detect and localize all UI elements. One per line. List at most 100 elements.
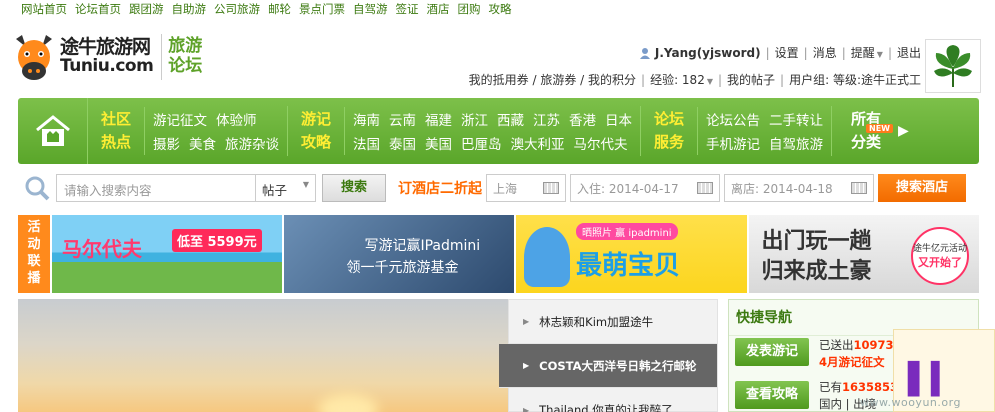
- reminders-dropdown[interactable]: 提醒 ▼: [851, 44, 883, 61]
- banner-travelogue-contest[interactable]: 写游记赢IPadmini 领一千元旅游基金: [284, 215, 514, 293]
- nav-link-mobile-travelogue[interactable]: 手机游记: [706, 133, 760, 153]
- top-link-hotel[interactable]: 酒店: [427, 1, 450, 17]
- list-item[interactable]: ▶ 林志颖和Kim加盟途牛: [509, 300, 717, 344]
- logo-divider: [161, 34, 163, 80]
- list-item-active[interactable]: ▶ COSTA大西洋号日韩之行邮轮: [499, 344, 717, 388]
- nav-link-jiangsu[interactable]: 江苏: [533, 109, 560, 129]
- divider: |: [780, 72, 785, 87]
- view-guides-button[interactable]: 查看攻略: [735, 381, 809, 409]
- nav-group-community: 社区 热点 游记征文 体验师 摄影 美食 旅游杂谈: [88, 98, 287, 164]
- hotel-city-input[interactable]: 上海: [486, 174, 566, 202]
- hotel-promo-link[interactable]: 订酒店二折起: [398, 178, 482, 198]
- nav-link-self-drive-travel[interactable]: 自驾旅游: [769, 133, 823, 153]
- watermark: www.wooyun.org: [860, 396, 961, 409]
- top-link-self-drive[interactable]: 自驾游: [353, 1, 388, 17]
- nav-link-bali[interactable]: 巴厘岛: [461, 133, 502, 153]
- leaf-avatar-icon: [934, 45, 972, 87]
- nav-title-guides[interactable]: 游记 攻略: [288, 108, 344, 154]
- cow-logo-icon: [12, 31, 56, 83]
- triangle-right-icon: ▶: [523, 361, 530, 370]
- nav-link-photography[interactable]: 摄影: [153, 133, 180, 153]
- post-count-text: 已送出10973: [819, 338, 894, 352]
- nav-link-hongkong[interactable]: 香港: [569, 109, 596, 129]
- calendar-icon: [543, 182, 559, 194]
- nav-title-service[interactable]: 论坛 服务: [641, 108, 697, 154]
- divider: |: [717, 72, 723, 87]
- chevron-down-icon: ▼: [876, 50, 883, 59]
- nav-link-japan[interactable]: 日本: [605, 109, 632, 129]
- main-nav: 社区 热点 游记征文 体验师 摄影 美食 旅游杂谈 游记 攻略 海南 云南 福建 浙…: [18, 98, 979, 164]
- banner-rich-badge: 途牛亿元活动 又开始了: [911, 227, 969, 285]
- nav-link-travel-talk[interactable]: 旅游杂谈: [225, 133, 279, 153]
- nav-link-tibet[interactable]: 西藏: [497, 109, 524, 129]
- search-input[interactable]: 请输入搜索内容: [56, 174, 256, 202]
- list-item[interactable]: ▶ Thailand 你真的让我醉了: [509, 388, 717, 412]
- nav-link-food[interactable]: 美食: [189, 133, 216, 153]
- coupons-links[interactable]: 我的抵用券 / 旅游券 / 我的积分: [469, 71, 636, 88]
- banner-maldives[interactable]: 马尔代夫 低至 5599元: [51, 215, 283, 293]
- top-link-group-buy[interactable]: 团购: [458, 1, 481, 17]
- nav-link-australia[interactable]: 澳大利亚: [511, 133, 565, 153]
- avatar[interactable]: [925, 39, 981, 93]
- my-posts-link[interactable]: 我的帖子: [727, 71, 775, 88]
- nav-group-service: 论坛 服务 论坛公告 二手转让 手机游记 自驾旅游: [641, 98, 831, 164]
- top-link-self-guided[interactable]: 自助游: [172, 1, 207, 17]
- top-link-group-tour[interactable]: 跟团游: [129, 1, 164, 17]
- search-hotel-button[interactable]: 搜索酒店: [878, 174, 966, 202]
- top-link-home[interactable]: 网站首页: [21, 1, 67, 17]
- home-button[interactable]: [18, 98, 88, 164]
- nav-link-fujian[interactable]: 福建: [425, 109, 452, 129]
- site-logo[interactable]: 途牛旅游网 Tuniu.com 旅游 论坛: [12, 26, 222, 88]
- divider: |: [803, 45, 808, 60]
- search-scope-select[interactable]: 帖子 ▼: [256, 174, 316, 202]
- experience-dropdown[interactable]: 经验: 182 ▼: [650, 71, 713, 88]
- triangle-right-icon: ▶: [523, 405, 530, 412]
- nav-link-maldives[interactable]: 马尔代夫: [574, 133, 628, 153]
- banner-maldives-title: 马尔代夫: [61, 237, 142, 261]
- calendar-icon: [697, 182, 713, 194]
- checkout-date-input[interactable]: 离店: 2014-04-18: [724, 174, 874, 202]
- nav-link-yunnan[interactable]: 云南: [389, 109, 416, 129]
- top-link-visa[interactable]: 签证: [396, 1, 419, 17]
- nav-link-second-hand[interactable]: 二手转让: [769, 109, 823, 129]
- chevron-right-icon: ▶: [898, 123, 909, 139]
- divider: |: [641, 72, 646, 87]
- user-bar-secondary: 我的抵用券 / 旅游券 / 我的积分 | 经验: 182 ▼ | 我的帖子 | 用…: [469, 71, 921, 88]
- nav-link-thailand[interactable]: 泰国: [389, 133, 416, 153]
- search-button[interactable]: 搜索: [322, 174, 386, 202]
- username-link[interactable]: J.Yang(yjsword): [655, 46, 761, 60]
- promo-carousel: 活动联播 马尔代夫 低至 5599元 写游记赢IPadmini 领一千元旅游基金…: [18, 215, 979, 293]
- top-link-cruise[interactable]: 邮轮: [268, 1, 291, 17]
- nav-link-usa[interactable]: 美国: [425, 133, 452, 153]
- essay-contest-link[interactable]: 4月游记征文: [819, 354, 885, 370]
- banner-cute-baby[interactable]: 晒照片 赢 ipadmini 最萌宝贝: [515, 215, 748, 293]
- divider: |: [887, 45, 892, 60]
- nav-link-france[interactable]: 法国: [353, 133, 380, 153]
- logout-link[interactable]: 退出: [897, 44, 921, 61]
- top-link-guides[interactable]: 攻略: [489, 1, 512, 17]
- nav-title-community[interactable]: 社区 热点: [88, 108, 144, 154]
- nav-link-zhejiang[interactable]: 浙江: [461, 109, 488, 129]
- banner-rich-campaign[interactable]: 出门玩一趟 归来成土豪 途牛亿元活动 又开始了: [749, 215, 979, 293]
- nav-link-travel-essay[interactable]: 游记征文: [153, 109, 207, 129]
- hotel-city-value: 上海: [493, 181, 518, 196]
- top-link-forum-home[interactable]: 论坛首页: [75, 1, 121, 17]
- top-link-bar: 网站首页 论坛首页 跟团游 自助游 公司旅游 邮轮 景点门票 自驾游 签证 酒店…: [0, 0, 995, 18]
- calendar-icon: [851, 182, 867, 194]
- top-link-company-travel[interactable]: 公司旅游: [214, 1, 260, 17]
- settings-link[interactable]: 设置: [775, 44, 799, 61]
- nav-link-announcements[interactable]: 论坛公告: [706, 109, 760, 129]
- top-link-tickets[interactable]: 景点门票: [299, 1, 345, 17]
- user-icon: [639, 47, 650, 59]
- divider: |: [765, 45, 770, 60]
- divider: |: [841, 45, 846, 60]
- user-bar: J.Yang(yjsword) | 设置 | 消息 | 提醒 ▼ | 退出: [639, 44, 921, 61]
- nav-link-tester[interactable]: 体验师: [216, 109, 257, 129]
- messages-link[interactable]: 消息: [813, 44, 837, 61]
- checkin-date-input[interactable]: 入住: 2014-04-17: [570, 174, 720, 202]
- nav-link-hainan[interactable]: 海南: [353, 109, 380, 129]
- experience-label: 经验: 182: [650, 73, 705, 87]
- hero-slideshow-image[interactable]: [18, 299, 508, 412]
- post-travelogue-button[interactable]: 发表游记: [735, 338, 809, 366]
- checkin-date-value: 入住: 2014-04-17: [577, 181, 679, 196]
